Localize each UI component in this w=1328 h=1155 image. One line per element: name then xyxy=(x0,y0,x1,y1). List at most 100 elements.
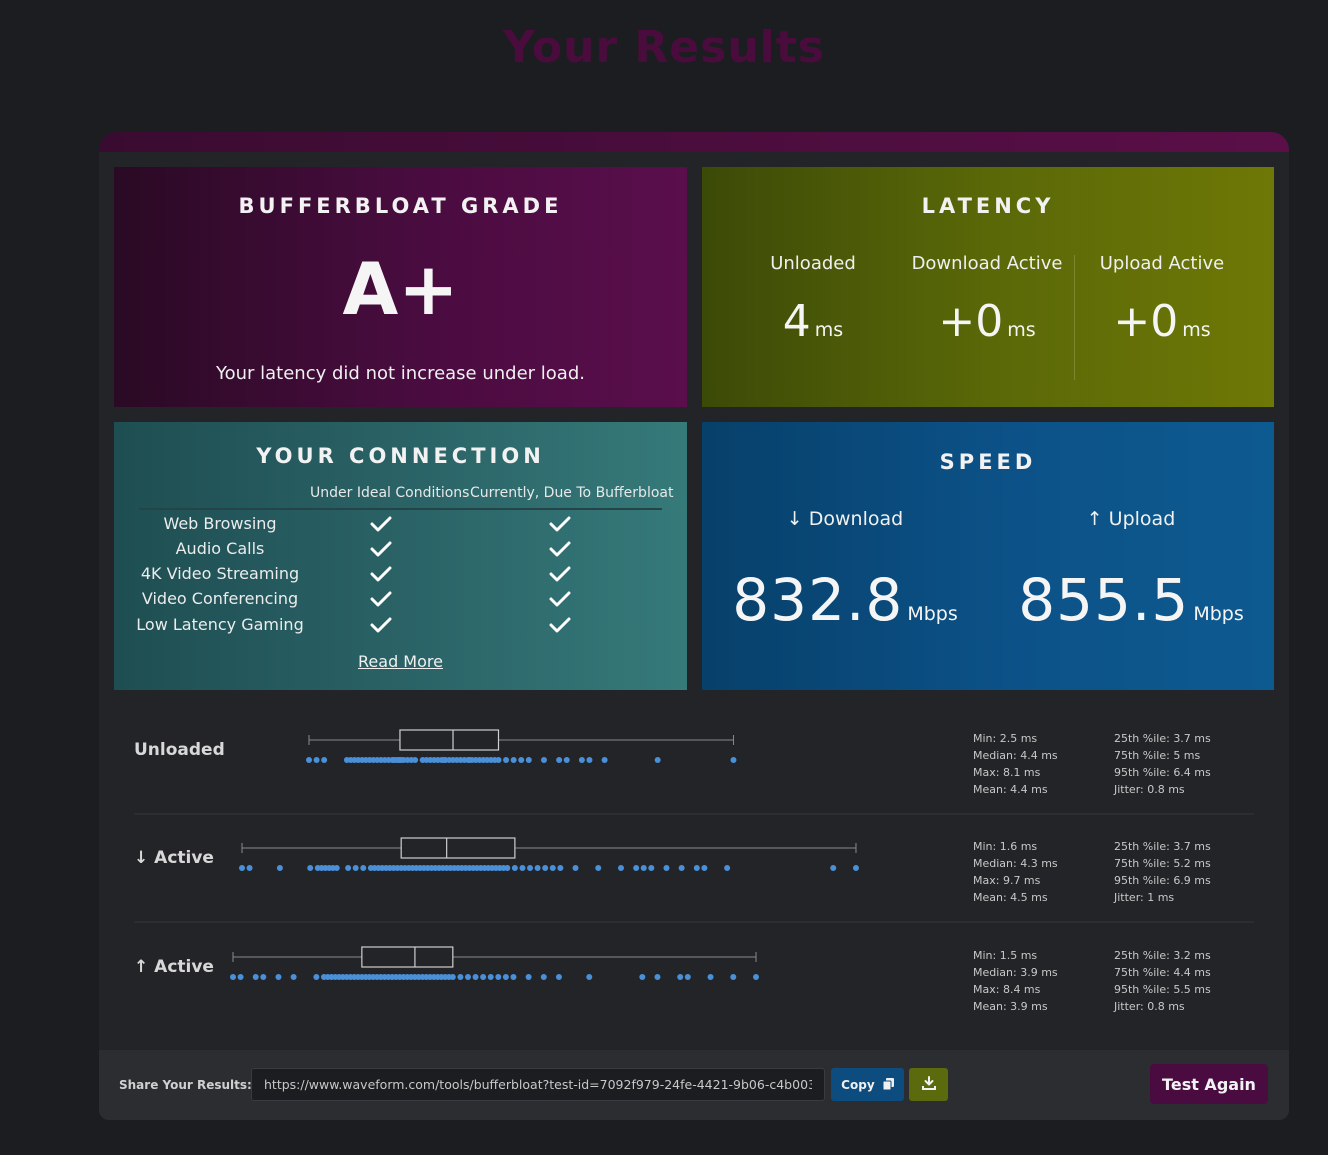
stat-mean: Mean: 3.9 ms xyxy=(973,1000,1048,1013)
share-url-input[interactable] xyxy=(251,1068,825,1101)
speed-title: SPEED xyxy=(939,450,1037,474)
download-label: ↓ Download xyxy=(786,508,904,530)
bufferbloat-grade-card: BUFFERBLOAT GRADE A+ Your latency did no… xyxy=(114,167,687,407)
results-panel: BUFFERBLOAT GRADE A+ Your latency did no… xyxy=(99,132,1289,1120)
data-point xyxy=(313,757,320,763)
connection-header-rule xyxy=(139,508,662,510)
data-point xyxy=(502,974,509,980)
data-point xyxy=(640,865,647,871)
stats-right: 25th %ile: 3.2 ms 75th %ile: 4.4 ms 95th… xyxy=(1114,947,1211,1015)
data-point xyxy=(556,757,563,763)
latency-upload-active: Upload Active +0 ms xyxy=(1075,253,1249,347)
check-icon xyxy=(549,566,571,582)
stat-p25: 25th %ile: 3.2 ms xyxy=(1114,949,1211,962)
data-point xyxy=(333,865,340,871)
data-point xyxy=(246,865,253,871)
check-icon xyxy=(549,516,571,532)
test-again-button[interactable]: Test Again xyxy=(1150,1064,1268,1104)
download-unit: Mbps xyxy=(907,603,958,625)
data-point xyxy=(684,974,691,980)
read-more-link[interactable]: Read More xyxy=(114,652,687,671)
upload-unit: Mbps xyxy=(1193,603,1244,625)
data-point xyxy=(555,974,562,980)
distribution-upload-active: ↑ Active Min: 1.5 ms Median: 3.9 ms Max:… xyxy=(134,939,1254,1039)
box-plot xyxy=(306,729,737,763)
stat-p95: 95th %ile: 6.9 ms xyxy=(1114,874,1211,887)
upload-label: ↑ Upload xyxy=(1086,508,1176,530)
box-iqr xyxy=(399,729,500,751)
data-point xyxy=(542,865,549,871)
share-label: Share Your Results: xyxy=(119,1078,252,1092)
speed-card: SPEED ↓ Download 832.8 Mbps ↑ Upload 855.… xyxy=(702,422,1274,690)
data-point xyxy=(511,865,518,871)
copy-icon xyxy=(882,1077,894,1090)
connection-row-label: Video Conferencing xyxy=(141,589,299,608)
col-current-header: Currently, Due To Bufferbloat xyxy=(470,485,674,501)
connection-row-label: Low Latency Gaming xyxy=(136,615,304,634)
data-point xyxy=(618,865,624,871)
data-point xyxy=(487,974,494,980)
data-point xyxy=(540,757,547,763)
data-point xyxy=(480,974,487,980)
col-ideal-header: Under Ideal Conditions xyxy=(310,485,470,501)
data-point xyxy=(260,974,267,980)
stat-median: Median: 3.9 ms xyxy=(973,966,1058,979)
box-iqr xyxy=(400,837,516,859)
stat-p25: 25th %ile: 3.7 ms xyxy=(1114,840,1211,853)
connection-row: Video Conferencing xyxy=(114,589,687,614)
data-point xyxy=(677,974,684,980)
check-icon xyxy=(370,566,392,582)
data-point xyxy=(313,974,320,980)
stat-max: Max: 9.7 ms xyxy=(973,874,1041,887)
box-plot xyxy=(230,946,760,980)
stat-jitter: Jitter: 0.8 ms xyxy=(1114,1000,1185,1013)
stat-p25: 25th %ile: 3.7 ms xyxy=(1114,732,1211,745)
stat-max: Max: 8.1 ms xyxy=(973,766,1041,779)
data-point xyxy=(549,865,556,871)
connection-row-label: Audio Calls xyxy=(175,539,265,558)
check-icon xyxy=(549,591,571,607)
stat-min: Min: 2.5 ms xyxy=(973,732,1038,745)
data-point xyxy=(352,865,359,871)
data-point xyxy=(239,865,245,871)
stat-p95: 95th %ile: 5.5 ms xyxy=(1114,983,1211,996)
stat-p95: 95th %ile: 6.4 ms xyxy=(1114,766,1211,779)
data-point xyxy=(540,974,547,980)
connection-row: 4K Video Streaming xyxy=(114,564,687,589)
data-point xyxy=(534,865,541,871)
check-icon xyxy=(549,617,571,633)
latency-upload-value: +0 xyxy=(1113,296,1179,347)
data-point xyxy=(412,757,419,763)
check-icon xyxy=(370,516,392,532)
latency-title: LATENCY xyxy=(921,194,1055,218)
stat-max: Max: 8.4 ms xyxy=(973,983,1041,996)
data-point xyxy=(572,865,579,871)
stat-jitter: Jitter: 1 ms xyxy=(1114,891,1175,904)
data-point xyxy=(495,757,502,763)
stats-right: 25th %ile: 3.7 ms 75th %ile: 5 ms 95th %… xyxy=(1114,730,1211,798)
data-point xyxy=(290,974,297,980)
data-point xyxy=(753,974,760,980)
box-iqr xyxy=(361,946,454,968)
data-point xyxy=(510,757,517,763)
data-point xyxy=(504,865,511,871)
data-point xyxy=(306,757,312,763)
download-value: 832.8 xyxy=(732,566,904,634)
download-button[interactable] xyxy=(909,1068,948,1101)
data-point xyxy=(472,974,479,980)
data-point xyxy=(525,757,532,763)
box-plot xyxy=(239,837,859,871)
latency-unloaded: Unloaded 4 ms xyxy=(726,253,900,347)
data-point xyxy=(578,757,585,763)
data-point xyxy=(503,757,510,763)
upload-value: 855.5 xyxy=(1018,566,1190,634)
latency-upload-unit: ms xyxy=(1182,319,1211,341)
grade-description: Your latency did not increase under load… xyxy=(216,363,585,384)
data-point xyxy=(595,865,602,871)
latency-upload-label: Upload Active xyxy=(1099,253,1225,274)
data-point xyxy=(464,974,471,980)
copy-button[interactable]: Copy xyxy=(831,1068,904,1101)
data-point xyxy=(307,865,314,871)
distribution-download-active: ↓ Active Min: 1.6 ms Median: 4.3 ms Max:… xyxy=(134,830,1254,930)
connection-row-label: 4K Video Streaming xyxy=(140,564,300,583)
